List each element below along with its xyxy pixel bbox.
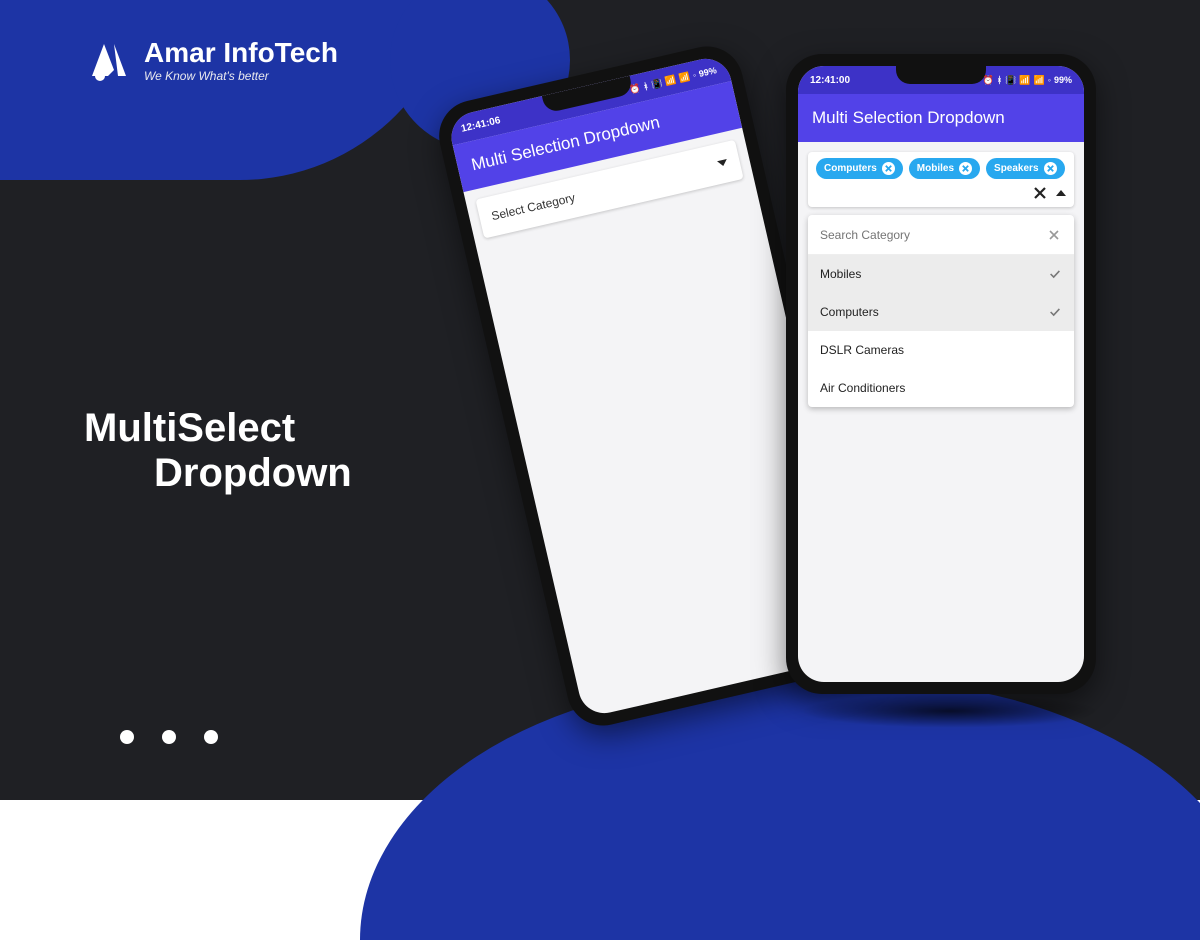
chip-remove-icon[interactable] <box>959 162 972 175</box>
pager-dot[interactable] <box>204 730 218 744</box>
check-icon <box>1048 267 1062 281</box>
brand-logo: Amar InfoTech We Know What's better <box>86 36 338 84</box>
battery-text: 99% <box>1054 75 1072 85</box>
marketing-canvas: Amar InfoTech We Know What's better Mult… <box>0 0 1200 800</box>
app-title: Multi Selection Dropdown <box>812 108 1005 128</box>
chip-computers[interactable]: Computers <box>816 158 903 179</box>
marketing-title: MultiSelect Dropdown <box>84 406 352 496</box>
chip-speakers[interactable]: Speakers <box>986 158 1064 179</box>
chip-label: Speakers <box>994 163 1038 174</box>
chevron-up-icon[interactable] <box>1056 190 1066 196</box>
chip-remove-icon[interactable] <box>1044 162 1057 175</box>
signal-icon: 📶 <box>678 71 691 84</box>
brand-tagline: We Know What's better <box>144 69 338 83</box>
pager-dot[interactable] <box>120 730 134 744</box>
brand-mark-icon <box>86 36 134 84</box>
dropdown-search-row <box>808 215 1074 255</box>
chip-label: Computers <box>824 163 877 174</box>
bluetooth-icon: ᚼ <box>997 75 1002 85</box>
phone-notch <box>896 66 986 84</box>
battery-text: 99% <box>698 65 718 79</box>
option-mobiles[interactable]: Mobiles <box>808 255 1074 293</box>
vibrate-icon: 📳 <box>1005 75 1016 86</box>
brand-name-bold: Amar <box>144 37 216 68</box>
option-air-conditioners[interactable]: Air Conditioners <box>808 369 1074 407</box>
chip-mobiles[interactable]: Mobiles <box>909 158 980 179</box>
chip-label: Mobiles <box>917 163 954 174</box>
option-dslr-cameras[interactable]: DSLR Cameras <box>808 331 1074 369</box>
dropdown-placeholder: Select Category <box>490 190 576 223</box>
clear-all-icon[interactable] <box>1032 185 1048 201</box>
status-icons: ⏰ ᚼ 📳 📶 📶 ◦ 99% <box>983 75 1073 86</box>
chip-remove-icon[interactable] <box>882 162 895 175</box>
marketing-title-line2: Dropdown <box>154 451 352 496</box>
pager-dot[interactable] <box>162 730 176 744</box>
app-bar: Multi Selection Dropdown <box>798 94 1084 142</box>
option-label: Computers <box>820 305 879 319</box>
dropdown-panel: Mobiles Computers DSLR Cameras Air Condi… <box>808 215 1074 407</box>
check-icon <box>1048 305 1062 319</box>
status-time: 12:41:06 <box>460 115 501 135</box>
bluetooth-icon: ᚼ <box>642 81 650 92</box>
wifi-icon: 📶 <box>1019 75 1030 86</box>
vibrate-icon: 📳 <box>650 77 663 90</box>
brand-name: Amar InfoTech <box>144 37 338 69</box>
status-time: 12:41:00 <box>810 75 850 86</box>
option-label: Mobiles <box>820 267 861 281</box>
option-label: DSLR Cameras <box>820 343 904 357</box>
decor-shadow <box>800 694 1100 728</box>
dropdown-open-header[interactable]: Computers Mobiles Speakers <box>808 152 1074 207</box>
search-input[interactable] <box>820 228 1046 242</box>
signal-icon: 📶 <box>1034 75 1045 86</box>
pager-dots <box>120 730 218 744</box>
clear-search-icon[interactable] <box>1046 227 1062 243</box>
marketing-title-line1: MultiSelect <box>84 406 352 451</box>
option-computers[interactable]: Computers <box>808 293 1074 331</box>
option-label: Air Conditioners <box>820 381 905 395</box>
wifi-icon: 📶 <box>664 74 677 87</box>
phone-mockup-open: 12:41:00 ⏰ ᚼ 📳 📶 📶 ◦ 99% Multi Selection… <box>786 54 1096 694</box>
brand-name-light: InfoTech <box>223 37 338 68</box>
decor-blob-top <box>0 0 460 180</box>
chevron-down-icon <box>717 159 728 167</box>
